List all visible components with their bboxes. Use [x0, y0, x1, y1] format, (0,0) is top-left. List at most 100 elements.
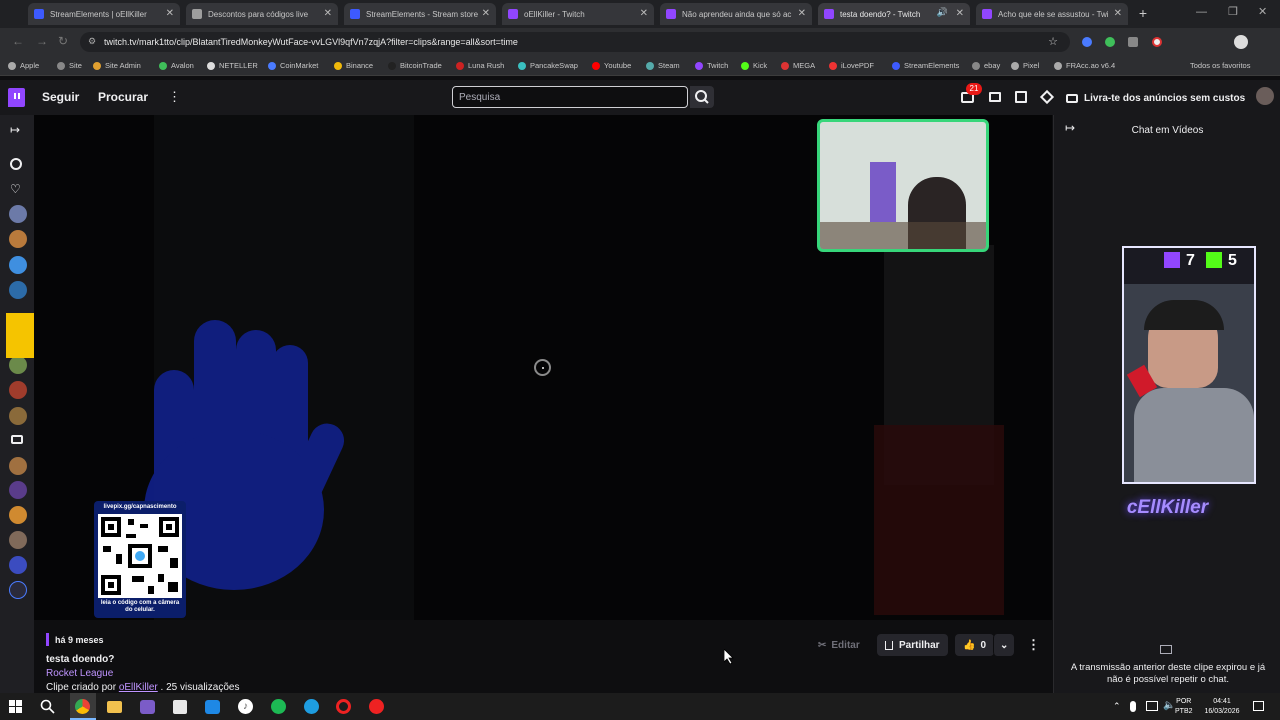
- music-icon[interactable]: ♪: [238, 699, 253, 714]
- bookmark-item[interactable]: Site Admin: [93, 61, 141, 70]
- ad-free-button[interactable]: Livra-te dos anúncios sem custos: [1066, 88, 1245, 108]
- bookmark-item[interactable]: ebay: [972, 61, 1000, 70]
- browser-tab-active[interactable]: testa doendo? - Twitch 🔊 ✕: [818, 3, 970, 25]
- bookmark-item[interactable]: NETELLER: [207, 61, 258, 70]
- channel-avatar[interactable]: [9, 556, 27, 574]
- channel-avatar[interactable]: [9, 205, 27, 223]
- bookmark-item[interactable]: StreamElements: [892, 61, 959, 70]
- channel-avatar[interactable]: [9, 230, 27, 248]
- forward-icon[interactable]: →: [36, 34, 48, 48]
- notification-center-icon[interactable]: [1253, 701, 1264, 711]
- site-info-icon[interactable]: ⚙: [88, 36, 96, 47]
- bookmark-item[interactable]: Site: [57, 61, 82, 70]
- close-icon[interactable]: ✕: [1114, 8, 1122, 19]
- network-icon[interactable]: [1146, 701, 1158, 711]
- close-icon[interactable]: ✕: [482, 8, 490, 19]
- bookmark-item[interactable]: Apple: [8, 61, 39, 70]
- channel-avatar[interactable]: [9, 581, 27, 599]
- bookmark-item[interactable]: MEGA: [781, 61, 815, 70]
- bookmark-item[interactable]: Binance: [334, 61, 373, 70]
- browser-tab[interactable]: Descontos para códigos live ✕: [186, 3, 338, 25]
- app-icon[interactable]: [140, 700, 155, 714]
- chrome-icon[interactable]: [75, 699, 90, 714]
- microphone-icon[interactable]: [1130, 701, 1136, 712]
- user-avatar[interactable]: [1256, 87, 1274, 105]
- bookmark-item[interactable]: Youtube: [592, 61, 631, 70]
- edit-button[interactable]: ✂ Editar: [810, 634, 868, 656]
- close-window-button[interactable]: ✕: [1258, 5, 1267, 18]
- channel-avatar[interactable]: [9, 381, 27, 399]
- windows-start-icon[interactable]: [9, 700, 22, 713]
- bookmark-item[interactable]: FRAcc.ao v6.4: [1054, 61, 1115, 70]
- twitch-logo-icon[interactable]: [8, 88, 25, 107]
- heart-icon[interactable]: ♡: [10, 182, 21, 196]
- extension-icon[interactable]: [1152, 37, 1162, 47]
- bookmark-item[interactable]: Luna Rush: [456, 61, 504, 70]
- mail-icon[interactable]: [205, 700, 220, 714]
- bookmark-item[interactable]: BitcoinTrade: [388, 61, 442, 70]
- close-icon[interactable]: ✕: [798, 8, 806, 19]
- browser-tab[interactable]: StreamElements | oEllKiller ✕: [28, 3, 180, 25]
- app-icon[interactable]: [369, 699, 384, 714]
- extension-icon[interactable]: [1082, 37, 1092, 47]
- browser-tab[interactable]: Não aprendeu ainda que só ac ✕: [660, 3, 812, 25]
- bookmark-item[interactable]: CoinMarket: [268, 61, 318, 70]
- new-tab-button[interactable]: +: [1134, 4, 1152, 22]
- creator-link[interactable]: oEllKiller: [119, 682, 158, 693]
- opera-icon[interactable]: [336, 699, 351, 714]
- profile-avatar[interactable]: [1234, 35, 1248, 49]
- channel-avatar[interactable]: [9, 407, 27, 425]
- expand-rail-icon[interactable]: ↦: [10, 123, 20, 137]
- channel-avatar[interactable]: [9, 531, 27, 549]
- volume-icon[interactable]: 🔈: [1163, 700, 1175, 711]
- share-button[interactable]: Partilhar: [877, 634, 948, 656]
- search-icon[interactable]: [40, 699, 56, 715]
- star-icon[interactable]: ☆: [1048, 35, 1058, 48]
- channel-avatar[interactable]: [9, 481, 27, 499]
- store-icon[interactable]: [173, 700, 187, 714]
- clock[interactable]: 04:41 16/03/2026: [1200, 697, 1244, 717]
- more-options-button[interactable]: ⋮: [1019, 634, 1048, 656]
- speaker-icon[interactable]: 🔊: [937, 7, 948, 18]
- maximize-button[interactable]: ❐: [1228, 5, 1238, 18]
- bookmark-item[interactable]: iLovePDF: [829, 61, 874, 70]
- nav-browse[interactable]: Procurar: [98, 90, 148, 104]
- bookmark-item[interactable]: Pixel: [1011, 61, 1039, 70]
- bits-icon[interactable]: [1039, 89, 1055, 105]
- search-button[interactable]: [690, 86, 714, 108]
- like-dropdown[interactable]: ⌄: [993, 634, 1015, 656]
- channel-avatar[interactable]: [9, 457, 27, 475]
- close-icon[interactable]: ✕: [166, 8, 174, 19]
- close-icon[interactable]: ✕: [956, 8, 964, 19]
- extension-icon[interactable]: [1128, 37, 1138, 47]
- whispers-icon[interactable]: [989, 92, 1001, 102]
- for-you-icon[interactable]: [10, 158, 22, 170]
- language-indicator[interactable]: POR PTB2: [1175, 697, 1193, 717]
- bookmark-item[interactable]: Twitch: [695, 61, 728, 70]
- close-icon[interactable]: ✕: [640, 8, 648, 19]
- close-icon[interactable]: ✕: [324, 8, 332, 19]
- browser-tab[interactable]: StreamElements - Stream store ✕: [344, 3, 496, 25]
- channel-avatar[interactable]: [9, 506, 27, 524]
- search-input[interactable]: Pesquisa: [452, 86, 688, 108]
- channel-avatar[interactable]: [9, 356, 27, 374]
- browser-tab[interactable]: oEllKiller - Twitch ✕: [502, 3, 654, 25]
- extension-icon[interactable]: [1105, 37, 1115, 47]
- more-icon[interactable]: ⋮: [168, 89, 181, 105]
- like-button[interactable]: 👍 0: [955, 634, 995, 656]
- back-icon[interactable]: ←: [12, 34, 24, 48]
- clip-video-player[interactable]: livepix.gg/capnascimento leia o código c…: [34, 115, 1052, 620]
- nav-following[interactable]: Seguir: [42, 90, 79, 104]
- browser-tab[interactable]: Acho que ele se assustou - Twi ✕: [976, 3, 1128, 25]
- activity-icon[interactable]: [1015, 91, 1027, 103]
- channel-avatar[interactable]: [9, 281, 27, 299]
- chevron-up-icon[interactable]: ⌃: [1113, 701, 1121, 712]
- game-link[interactable]: Rocket League: [46, 668, 113, 679]
- bookmark-item[interactable]: Avalon: [159, 61, 194, 70]
- bookmark-item[interactable]: Steam: [646, 61, 680, 70]
- reload-icon[interactable]: ↻: [58, 34, 68, 48]
- file-explorer-icon[interactable]: [107, 701, 122, 713]
- channel-avatar[interactable]: [9, 256, 27, 274]
- bookmark-item[interactable]: PancakeSwap: [518, 61, 578, 70]
- bookmark-item[interactable]: Kick: [741, 61, 767, 70]
